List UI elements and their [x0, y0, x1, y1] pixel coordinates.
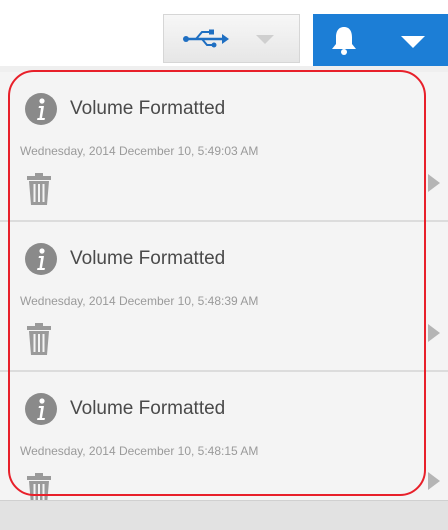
bell-icon — [332, 27, 356, 55]
info-icon — [25, 93, 57, 125]
chevron-right-icon[interactable] — [428, 472, 440, 490]
notification-title: Volume Formatted — [70, 98, 226, 119]
notification-timestamp: Wednesday, 2014 December 10, 5:49:03 AM — [20, 144, 259, 158]
notification-item[interactable]: Volume Formatted Wednesday, 2014 Decembe… — [0, 222, 448, 372]
trash-icon[interactable] — [26, 172, 52, 206]
trash-icon[interactable] — [26, 322, 52, 356]
usb-dropdown-button[interactable] — [163, 14, 300, 63]
chevron-down-icon — [256, 35, 274, 44]
chevron-right-icon[interactable] — [428, 174, 440, 192]
notification-title: Volume Formatted — [70, 398, 226, 419]
notifications-panel: Volume Formatted Wednesday, 2014 Decembe… — [0, 66, 448, 529]
usb-icon — [183, 29, 229, 48]
notifications-dropdown-button[interactable] — [313, 14, 448, 66]
notification-timestamp: Wednesday, 2014 December 10, 5:48:15 AM — [20, 444, 259, 458]
notification-title: Volume Formatted — [70, 248, 226, 269]
info-icon — [25, 243, 57, 275]
notification-item[interactable]: Volume Formatted Wednesday, 2014 Decembe… — [0, 72, 448, 222]
chevron-right-icon[interactable] — [428, 324, 440, 342]
panel-footer — [0, 500, 448, 530]
chevron-down-icon — [401, 36, 425, 48]
info-icon — [25, 393, 57, 425]
notification-timestamp: Wednesday, 2014 December 10, 5:48:39 AM — [20, 294, 259, 308]
top-toolbar — [0, 0, 448, 66]
